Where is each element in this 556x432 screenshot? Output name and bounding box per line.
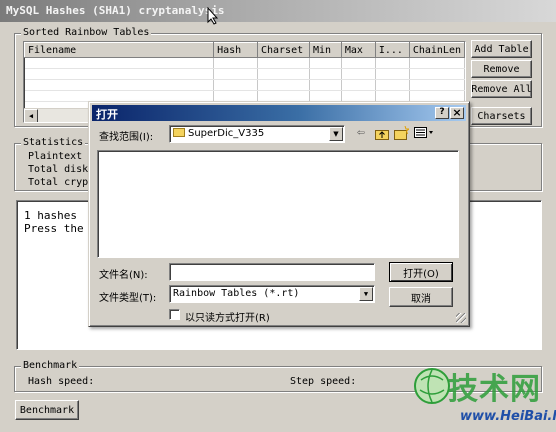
watermark-url: www.HeiBai.Net <box>460 409 556 424</box>
table-row <box>24 68 465 80</box>
chevron-down-icon[interactable]: ▼ <box>359 287 373 301</box>
resize-grip-icon[interactable] <box>456 313 466 323</box>
readonly-checkbox[interactable] <box>169 309 180 320</box>
back-arrow-icon[interactable]: ⇦ <box>357 125 365 140</box>
mouse-cursor-icon <box>207 7 219 25</box>
look-in-combo[interactable]: SuperDic_V335 ▼ <box>169 125 345 143</box>
new-folder-icon[interactable] <box>394 126 409 140</box>
window-title: MySQL Hashes (SHA1) cryptanalysis <box>6 4 225 17</box>
statistics-title: Statistics <box>21 137 86 148</box>
add-table-button[interactable]: Add Table <box>471 40 532 58</box>
look-in-value: SuperDic_V335 <box>188 128 265 139</box>
scroll-left-icon[interactable]: ◀ <box>24 109 38 122</box>
view-menu-icon[interactable] <box>414 127 434 139</box>
filetype-value: Rainbow Tables (*.rt) <box>173 288 300 299</box>
table-row <box>24 79 465 91</box>
col-hash[interactable]: Hash <box>213 42 258 58</box>
close-button[interactable]: × <box>450 107 464 119</box>
main-title-bar[interactable]: MySQL Hashes (SHA1) cryptanalysis <box>0 0 556 22</box>
up-folder-icon[interactable] <box>375 128 389 140</box>
col-index[interactable]: I... <box>374 42 410 58</box>
remove-button[interactable]: Remove <box>471 60 532 78</box>
filetype-label: 文件类型(T): <box>99 293 157 304</box>
benchmark-button[interactable]: Benchmark <box>15 400 79 420</box>
remove-all-button[interactable]: Remove All <box>471 80 532 98</box>
dialog-title: 打开 <box>96 108 118 121</box>
watermark-main: 技术网 <box>448 372 541 407</box>
dialog-title-bar[interactable]: 打开 ? × <box>92 105 466 121</box>
col-chainlen[interactable]: ChainLen <box>408 42 465 58</box>
watermark: 技术网 www.HeiBai.Net <box>412 360 556 432</box>
look-in-label: 查找范围(I): <box>99 132 154 143</box>
filename-label: 文件名(N): <box>99 270 148 281</box>
hash-speed-label: Hash speed: <box>28 376 95 387</box>
col-min[interactable]: Min <box>308 42 342 58</box>
col-max[interactable]: Max <box>340 42 376 58</box>
col-charset[interactable]: Charset <box>256 42 310 58</box>
step-speed-label: Step speed: <box>290 376 357 387</box>
cancel-button[interactable]: 取消 <box>389 287 453 307</box>
col-filename[interactable]: Filename <box>24 42 215 58</box>
globe-logo-icon <box>414 368 450 404</box>
readonly-label[interactable]: 以只读方式打开(R) <box>185 309 270 324</box>
open-file-dialog: 打开 ? × 查找范围(I): SuperDic_V335 ▼ ⇦ 文件名(N)… <box>88 101 470 327</box>
open-button[interactable]: 打开(O) <box>389 262 453 282</box>
sorted-tables-title: Sorted Rainbow Tables <box>21 27 152 38</box>
chevron-down-icon[interactable]: ▼ <box>329 127 343 141</box>
filetype-combo[interactable]: Rainbow Tables (*.rt) ▼ <box>169 285 375 303</box>
file-list-area[interactable] <box>97 150 459 258</box>
table-row <box>24 90 465 102</box>
folder-icon <box>173 128 185 137</box>
charsets-button[interactable]: Charsets <box>471 107 532 125</box>
filename-input[interactable] <box>169 263 375 281</box>
table-row <box>24 57 465 69</box>
benchmark-title: Benchmark <box>21 360 80 371</box>
help-button[interactable]: ? <box>435 107 449 119</box>
rainbow-tables-table: Filename Hash Charset Min Max I... Chain… <box>24 42 465 102</box>
